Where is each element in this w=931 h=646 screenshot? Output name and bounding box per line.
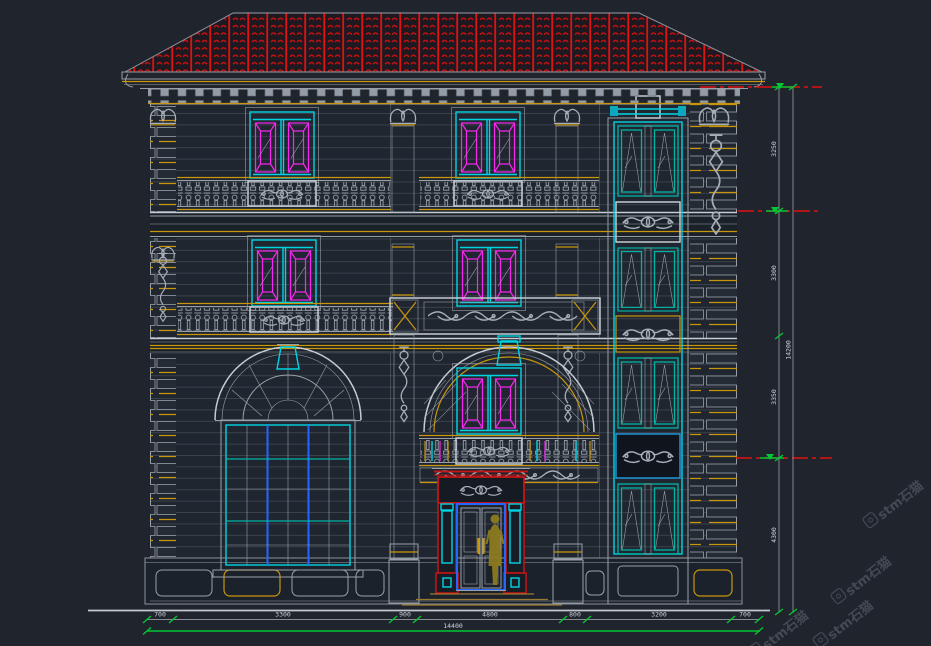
svg-text:stm石猫: stm石猫 — [825, 598, 877, 644]
dim-text: 3300 — [275, 611, 291, 619]
quoins-right — [690, 104, 737, 558]
svg-text:stm石猫: stm石猫 — [875, 478, 927, 524]
cornice — [122, 72, 765, 104]
tower-bracket-icon — [610, 106, 618, 116]
dim-text: 800 — [569, 611, 581, 619]
dimension-bottom: 700 3300 900 4800 800 3200 700 14400 — [143, 611, 763, 635]
quoins-left — [150, 104, 176, 558]
watermarks: stm石猫 stm石猫 stm石猫 stm石猫 — [747, 477, 926, 646]
door-frieze — [438, 477, 524, 503]
level-marker — [736, 454, 832, 460]
eave-corbel-icon — [125, 74, 761, 87]
dim-text: 700 — [739, 611, 751, 619]
dim-text: 3200 — [651, 611, 667, 619]
watermark: stm石猫 — [830, 553, 894, 609]
tower-bracket-icon — [678, 106, 686, 116]
dim-total-text: 14200 — [785, 340, 793, 360]
dim-text: 3350 — [770, 389, 778, 405]
cad-viewport: 3250 3300 3350 4300 14200 700 3300 900 4… — [0, 0, 931, 646]
elevation-drawing-canvas[interactable]: 3250 3300 3350 4300 14200 700 3300 900 4… — [0, 0, 931, 646]
dim-text: 3300 — [770, 265, 778, 281]
door-handle-icon — [483, 538, 485, 554]
svg-text:stm石猫: stm石猫 — [760, 608, 812, 646]
dimension-right: 3250 3300 3350 4300 14200 — [770, 84, 797, 615]
dim-text: 4800 — [482, 611, 498, 619]
dim-text: 4300 — [770, 527, 778, 543]
dim-text: 900 — [399, 611, 411, 619]
dim-total-text: 14400 — [443, 622, 463, 630]
balustrade-2f — [177, 304, 393, 335]
dim-text: 3250 — [770, 141, 778, 157]
dim-text: 700 — [154, 611, 166, 619]
string-course-2f — [150, 338, 737, 353]
roof — [125, 13, 762, 72]
svg-text:stm石猫: stm石猫 — [843, 554, 895, 600]
watermark: stm石猫 — [812, 597, 876, 646]
balustrade-3f — [177, 178, 599, 210]
door-handle-icon — [478, 538, 480, 554]
dentil-band — [148, 89, 740, 103]
watermark: stm石猫 — [862, 477, 926, 533]
